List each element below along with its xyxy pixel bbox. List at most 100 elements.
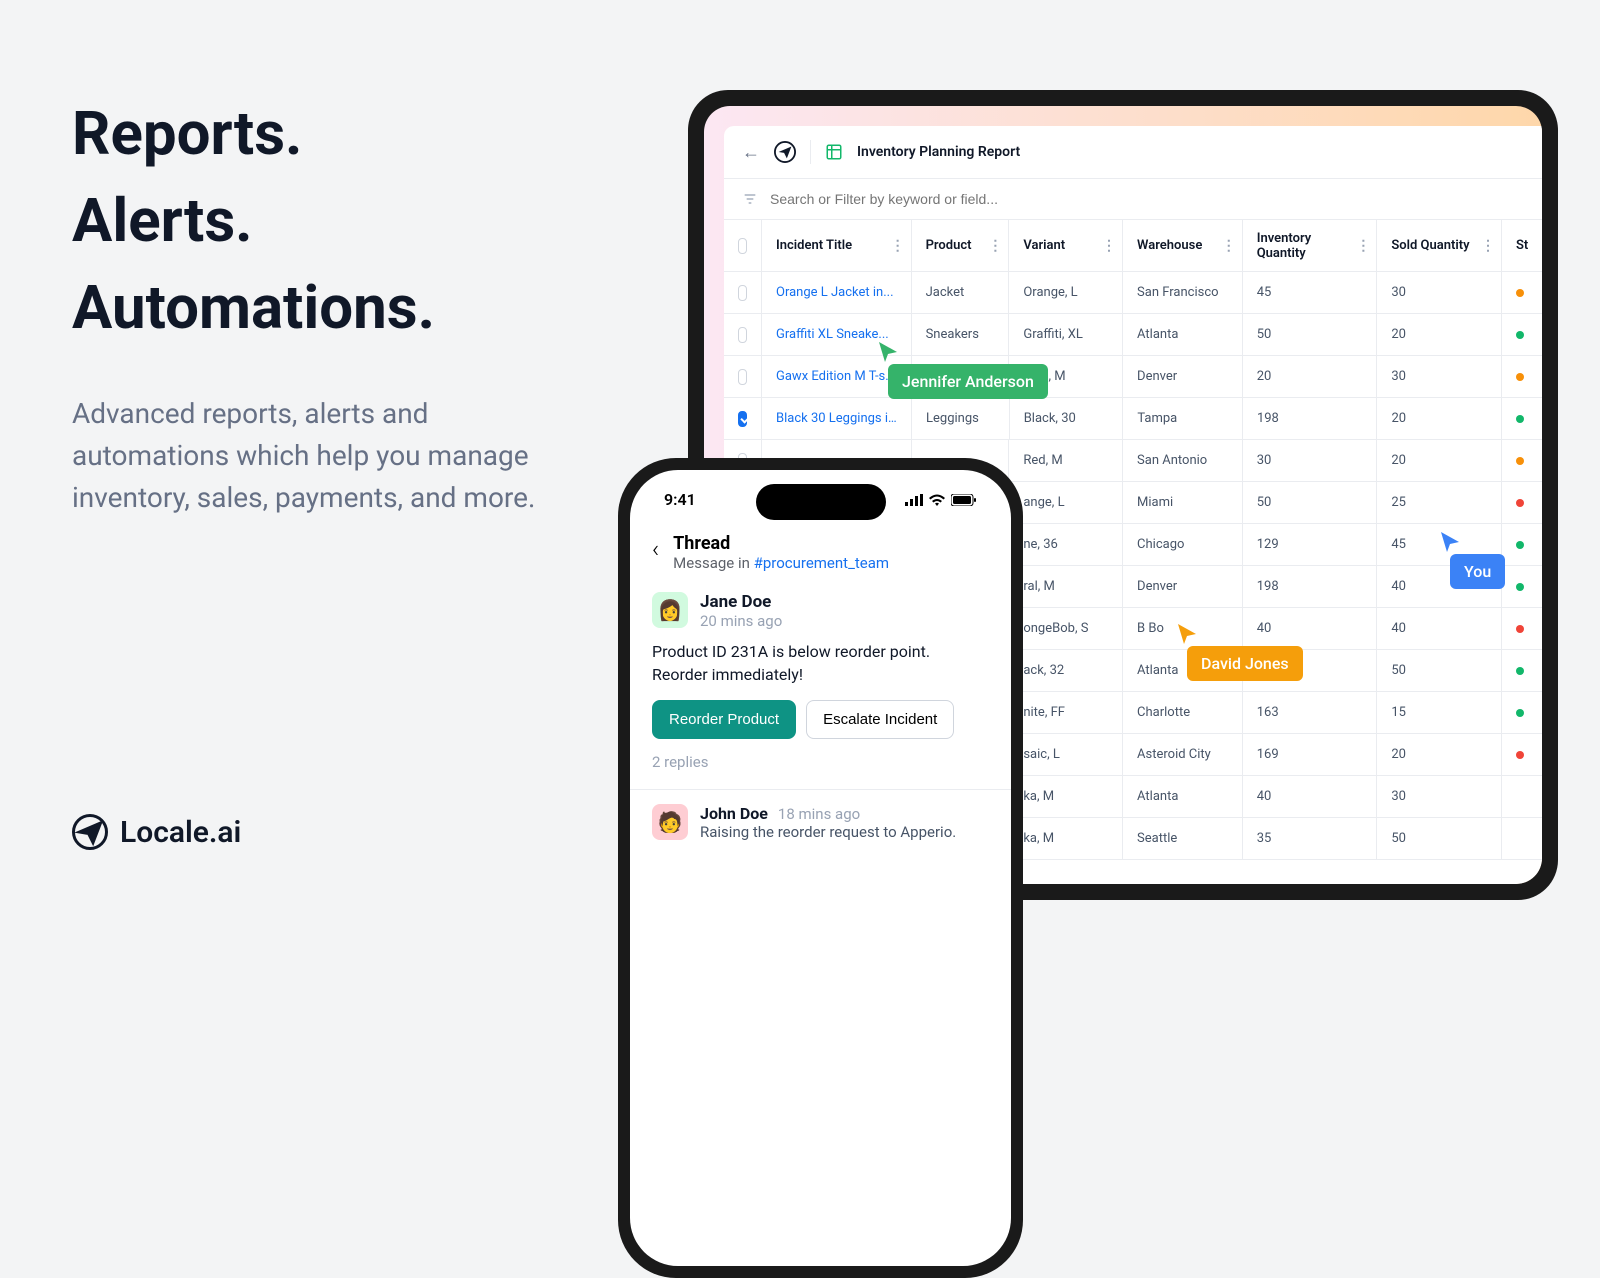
message: 👩 Jane Doe 20 mins ago Product ID 231A i… [630, 588, 1011, 785]
col-status[interactable]: St [1502, 220, 1542, 271]
reorder-button[interactable]: Reorder Product [652, 700, 796, 739]
status-dot-icon [1516, 499, 1524, 507]
cell-warehouse: Tampa [1123, 398, 1243, 439]
cell-sold-qty: 15 [1377, 692, 1502, 733]
cell-inventory-qty: 45 [1243, 272, 1378, 313]
cell-variant: ral, M [1009, 566, 1123, 607]
cell-product: Jacket [912, 272, 1010, 313]
cell-status [1502, 398, 1542, 439]
select-all-checkbox[interactable] [724, 220, 762, 271]
avatar: 👩 [652, 592, 688, 628]
cell-inventory-qty: 169 [1243, 734, 1378, 775]
collaborator-cursor-you: You [1438, 530, 1505, 589]
table-row[interactable]: Gawx Edition M T-s...ition, MDenver2030 [724, 356, 1542, 398]
cursor-label: David Jones [1187, 646, 1303, 681]
message-body: Raising the reorder request to Apperio. [700, 823, 956, 841]
cell-incident-title[interactable]: Orange L Jacket in... [762, 272, 912, 313]
cell-sold-qty: 30 [1377, 356, 1502, 397]
cell-sold-qty: 20 [1377, 398, 1502, 439]
search-input[interactable] [770, 191, 1524, 207]
marketing-panel: Reports. Alerts. Automations. Advanced r… [72, 90, 592, 519]
col-incident-title[interactable]: Incident Title⋮ [762, 220, 912, 271]
brand-logo: Locale.ai [72, 814, 241, 850]
cell-sold-qty: 25 [1377, 482, 1502, 523]
cell-incident-title[interactable]: Black 30 Leggings i... [762, 398, 912, 439]
cell-status [1502, 776, 1542, 817]
message-author: John Doe [700, 804, 768, 823]
cell-status [1502, 818, 1542, 859]
table-row[interactable]: Graffiti XL Sneake...SneakersGraffiti, X… [724, 314, 1542, 356]
status-dot-icon [1516, 667, 1524, 675]
collaborator-cursor-green: Jennifer Anderson [876, 340, 1048, 399]
column-menu-icon[interactable]: ⋮ [1222, 238, 1236, 254]
headline-line-3: Automations. [72, 264, 592, 351]
row-checkbox[interactable] [724, 356, 762, 397]
cell-warehouse: San Francisco [1123, 272, 1243, 313]
cell-variant: ack, 32 [1009, 650, 1123, 691]
status-dot-icon [1516, 625, 1524, 633]
back-icon[interactable]: ← [742, 142, 760, 163]
cell-inventory-qty: 20 [1243, 356, 1378, 397]
thread-subtitle: Message in #procurement_team [673, 554, 889, 572]
cell-sold-qty: 30 [1377, 776, 1502, 817]
table-icon [825, 143, 843, 161]
cell-sold-qty: 20 [1377, 314, 1502, 355]
column-menu-icon[interactable]: ⋮ [988, 238, 1002, 254]
col-warehouse[interactable]: Warehouse⋮ [1123, 220, 1243, 271]
cell-status [1502, 356, 1542, 397]
table-row[interactable]: Black 30 Leggings i...LeggingsBlack, 30T… [724, 398, 1542, 440]
column-menu-icon[interactable]: ⋮ [1356, 238, 1370, 254]
message-timestamp: 18 mins ago [778, 805, 860, 823]
cell-inventory-qty: 198 [1243, 398, 1378, 439]
page-title: Inventory Planning Report [857, 144, 1020, 160]
cell-warehouse: San Antonio [1123, 440, 1243, 481]
filter-icon[interactable] [742, 191, 758, 207]
cell-warehouse: Atlanta [1123, 776, 1243, 817]
collaborator-cursor-orange: David Jones [1175, 622, 1303, 681]
col-inventory-qty[interactable]: Inventory Quantity⋮ [1243, 220, 1378, 271]
column-menu-icon[interactable]: ⋮ [1481, 238, 1495, 254]
status-dot-icon [1516, 457, 1524, 465]
col-product[interactable]: Product⋮ [912, 220, 1010, 271]
paper-plane-icon [72, 814, 108, 850]
status-dot-icon [1516, 709, 1524, 717]
phone-time: 9:41 [664, 490, 696, 509]
cell-variant: ka, M [1009, 776, 1123, 817]
channel-link[interactable]: #procurement_team [754, 554, 889, 572]
cell-product: Leggings [912, 398, 1010, 439]
thread-title: Thread [673, 533, 889, 554]
cell-warehouse: Denver [1123, 566, 1243, 607]
cell-variant: ka, M [1009, 818, 1123, 859]
app-header: ← Inventory Planning Report [724, 126, 1542, 179]
row-checkbox[interactable] [724, 272, 762, 313]
cell-status [1502, 692, 1542, 733]
cell-inventory-qty: 35 [1243, 818, 1378, 859]
column-menu-icon[interactable]: ⋮ [891, 238, 905, 254]
cell-status [1502, 482, 1542, 523]
table-header-row: Incident Title⋮ Product⋮ Variant⋮ Wareho… [724, 220, 1542, 272]
cell-warehouse: Miami [1123, 482, 1243, 523]
action-buttons: Reorder Product Escalate Incident [652, 700, 989, 739]
cell-sold-qty: 30 [1377, 272, 1502, 313]
column-menu-icon[interactable]: ⋮ [1102, 238, 1116, 254]
row-checkbox[interactable] [724, 314, 762, 355]
col-sold-qty[interactable]: Sold Quantity⋮ [1377, 220, 1502, 271]
escalate-button[interactable]: Escalate Incident [806, 700, 954, 739]
replies-count[interactable]: 2 replies [652, 753, 989, 771]
table-row[interactable]: Orange L Jacket in...JacketOrange, LSan … [724, 272, 1542, 314]
cell-warehouse: Chicago [1123, 524, 1243, 565]
cell-status [1502, 566, 1542, 607]
wifi-icon [929, 494, 945, 506]
cell-inventory-qty: 40 [1243, 776, 1378, 817]
status-dot-icon [1516, 373, 1524, 381]
row-checkbox[interactable] [724, 398, 762, 439]
cell-warehouse: Seattle [1123, 818, 1243, 859]
cell-status [1502, 314, 1542, 355]
cell-variant: Red, M [1009, 440, 1123, 481]
search-bar [724, 179, 1542, 220]
cell-variant: ange, L [1009, 482, 1123, 523]
col-variant[interactable]: Variant⋮ [1009, 220, 1123, 271]
back-icon[interactable]: ‹ [652, 535, 659, 563]
cell-sold-qty: 20 [1377, 440, 1502, 481]
status-dot-icon [1516, 331, 1524, 339]
